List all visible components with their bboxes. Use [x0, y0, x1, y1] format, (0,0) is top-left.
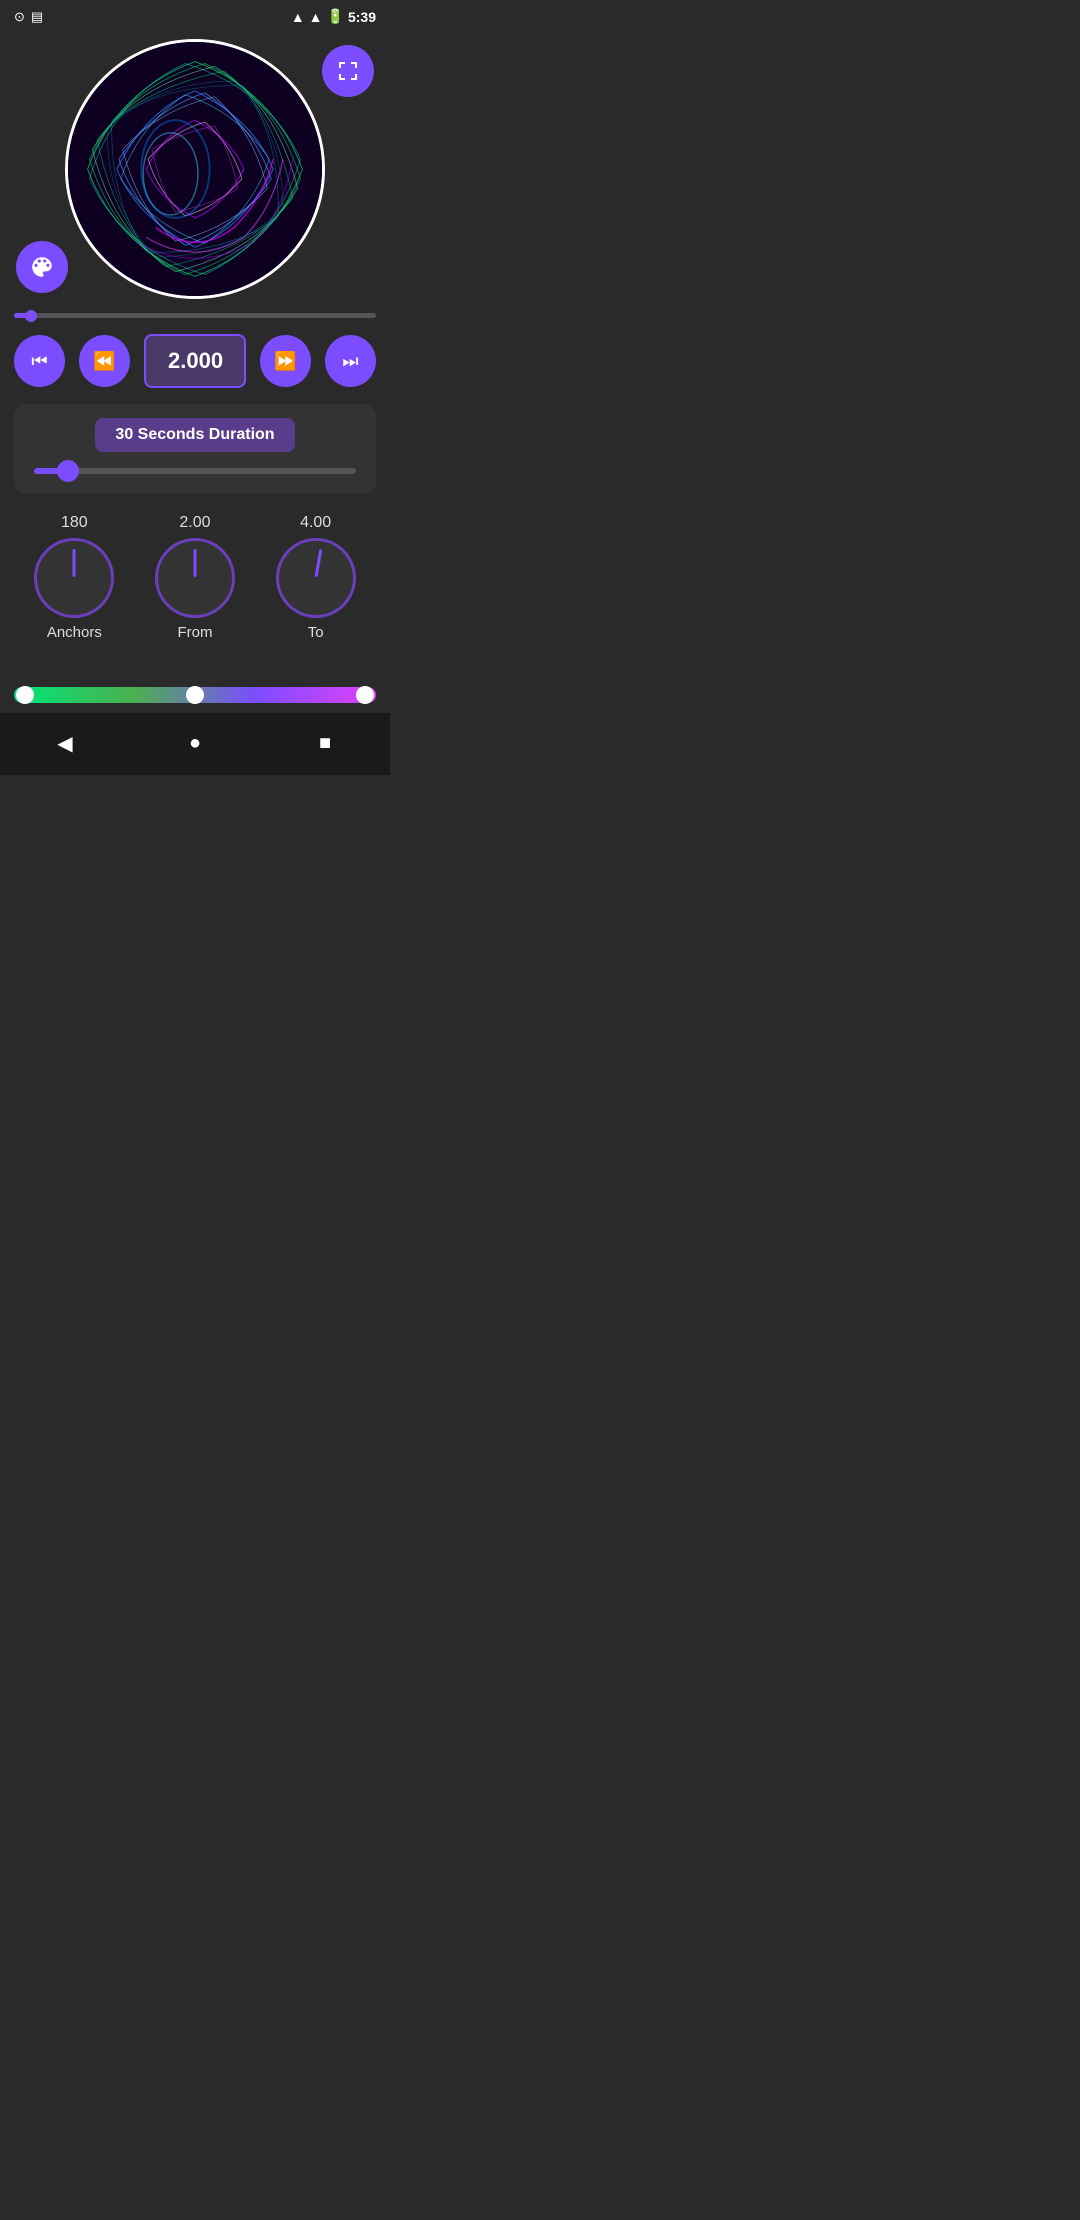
prev-icon: ⏮	[31, 351, 47, 372]
to-value: 4.00	[300, 514, 331, 532]
from-value: 2.00	[179, 514, 210, 532]
fullscreen-button[interactable]	[322, 45, 374, 97]
gradient-dot-center[interactable]	[186, 686, 204, 704]
from-knob-indicator	[193, 549, 196, 577]
gradient-dot-left[interactable]	[16, 686, 34, 704]
home-button[interactable]: ●	[175, 723, 215, 763]
home-icon: ●	[189, 732, 201, 755]
prev-button[interactable]: ⏮	[14, 335, 65, 387]
from-knob-container: 2.00 From	[155, 514, 235, 641]
signal-icon: ▲	[309, 9, 323, 25]
to-knob[interactable]	[276, 538, 356, 618]
clipboard-icon: ▤	[31, 9, 43, 25]
sim-icon: ⊙	[14, 9, 25, 25]
status-right: ▲ ▲ 🔋 5:39	[291, 8, 376, 25]
status-bar: ⊙ ▤ ▲ ▲ 🔋 5:39	[0, 0, 390, 29]
duration-panel: 30 Seconds Duration	[14, 404, 376, 494]
rewind-icon: ⏪	[93, 351, 115, 372]
gradient-dot-right[interactable]	[356, 686, 374, 704]
to-label: To	[308, 624, 324, 641]
nav-bar: ◀ ● ■	[0, 713, 390, 775]
battery-icon: 🔋	[327, 8, 344, 25]
next-button[interactable]: ⏭	[325, 335, 376, 387]
rewind-button[interactable]: ⏪	[79, 335, 130, 387]
progress-bar-track[interactable]	[14, 313, 376, 318]
anchors-value: 180	[61, 514, 88, 532]
duration-slider-thumb	[57, 460, 79, 482]
from-label: From	[177, 624, 212, 641]
time-display: 5:39	[348, 9, 376, 25]
gradient-bar-container[interactable]	[0, 677, 390, 713]
spiral-display	[65, 39, 325, 299]
next-icon: ⏭	[342, 351, 358, 372]
duration-slider-fill	[34, 468, 60, 474]
recent-icon: ■	[319, 732, 331, 755]
palette-button[interactable]	[16, 241, 68, 293]
back-button[interactable]: ◀	[45, 723, 85, 763]
spiral-svg	[68, 42, 322, 296]
anchors-knob[interactable]	[34, 538, 114, 618]
duration-slider[interactable]	[34, 468, 356, 474]
anchors-label: Anchors	[47, 624, 102, 641]
forward-button[interactable]: ⏩	[260, 335, 311, 387]
duration-label-container: 30 Seconds Duration	[34, 418, 356, 452]
knobs-section: 180 Anchors 2.00 From 4.00 To	[0, 502, 390, 657]
anchors-knob-indicator	[73, 549, 76, 577]
from-knob[interactable]	[155, 538, 235, 618]
palette-icon	[29, 254, 55, 280]
transport-value-display[interactable]: 2.000	[144, 334, 246, 388]
fullscreen-icon	[336, 59, 360, 83]
progress-bar-container[interactable]	[0, 309, 390, 326]
duration-label: 30 Seconds Duration	[95, 418, 294, 452]
wifi-icon: ▲	[291, 9, 305, 25]
anchors-knob-container: 180 Anchors	[34, 514, 114, 641]
status-left: ⊙ ▤	[14, 9, 43, 25]
progress-bar-thumb	[25, 310, 37, 322]
to-knob-container: 4.00 To	[276, 514, 356, 641]
canvas-area	[0, 29, 390, 309]
to-knob-indicator	[314, 549, 322, 577]
transport-controls: ⏮ ⏪ 2.000 ⏩ ⏭	[0, 326, 390, 396]
recent-button[interactable]: ■	[305, 723, 345, 763]
back-icon: ◀	[57, 731, 72, 756]
gradient-bar[interactable]	[14, 687, 376, 703]
forward-icon: ⏩	[274, 351, 296, 372]
